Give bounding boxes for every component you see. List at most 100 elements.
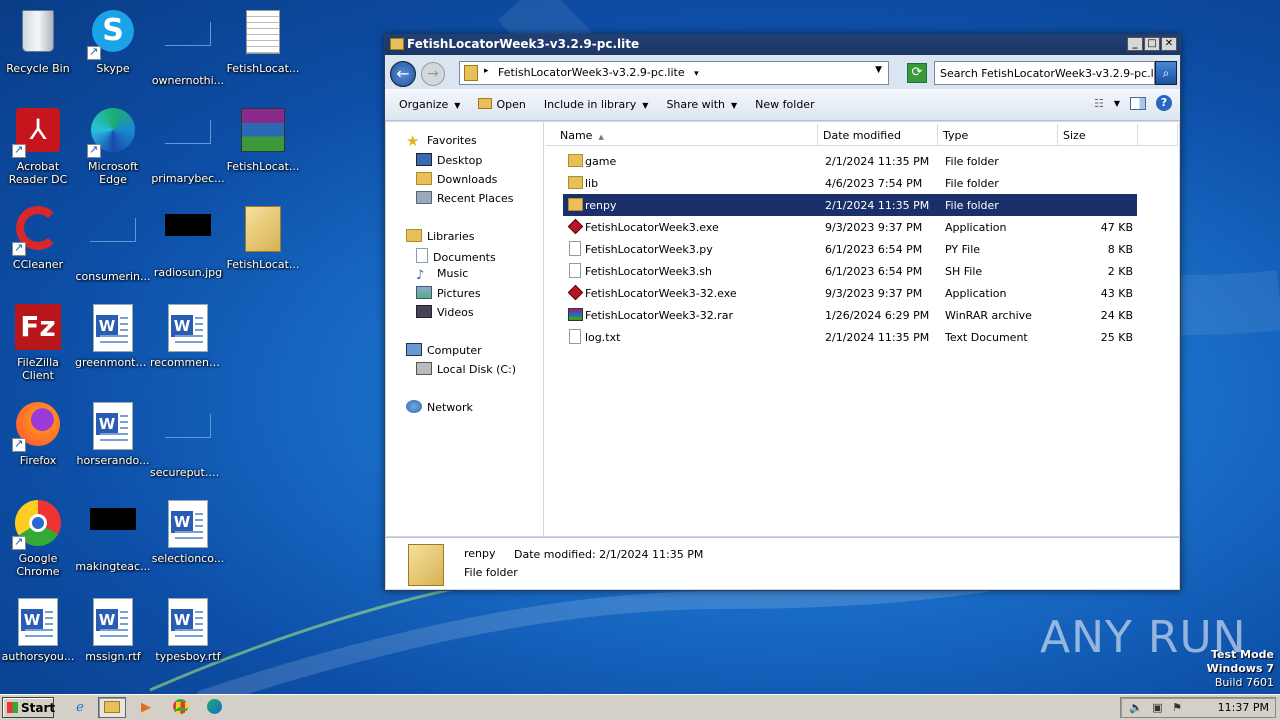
- nav-documents[interactable]: Documents: [416, 248, 496, 264]
- word-document-icon: [14, 598, 62, 646]
- desktop-icon[interactable]: greenmonth...: [75, 298, 151, 388]
- desktop-icon[interactable]: ⅄Acrobat Reader DC: [0, 102, 76, 192]
- volume-icon[interactable]: 🔈: [1129, 698, 1143, 718]
- address-dropdown-icon[interactable]: ▼: [875, 65, 882, 75]
- internet-explorer-icon[interactable]: ℯ: [66, 697, 94, 718]
- desktop-icon[interactable]: secureput.png: [150, 396, 226, 486]
- file-row[interactable]: FetishLocatorWeek3.exe 9/3/2023 9:37 PM Ap…: [563, 216, 1137, 238]
- start-button[interactable]: Start: [2, 697, 55, 718]
- column-header-date[interactable]: Date modified: [818, 124, 938, 146]
- desktop-icon[interactable]: Microsoft Edge: [75, 102, 151, 192]
- search-icon[interactable]: ⌕: [1155, 61, 1177, 85]
- file-row[interactable]: renpy 2/1/2024 11:35 PM File folder: [563, 194, 1137, 216]
- flag-icon[interactable]: ⚑: [1172, 698, 1182, 718]
- desktop-icon[interactable]: primarybec...: [150, 102, 226, 192]
- explorer-taskbar-icon[interactable]: [98, 697, 126, 718]
- file-row[interactable]: FetishLocatorWeek3.py 6/1/2023 6:54 PM PY …: [563, 238, 1137, 260]
- search-input[interactable]: Search FetishLocatorWeek3-v3.2.9-pc.lite: [934, 61, 1155, 85]
- network-tray-icon[interactable]: ▣: [1152, 698, 1162, 718]
- close-button[interactable]: ✕: [1161, 37, 1177, 51]
- address-text[interactable]: FetishLocatorWeek3-v3.2.9-pc.lite: [498, 66, 685, 79]
- archive-folder-icon: [239, 206, 287, 254]
- desktop-icon[interactable]: radiosun.jpg: [150, 200, 226, 290]
- nav-libraries[interactable]: Libraries: [406, 229, 475, 243]
- word-document-icon: [89, 304, 137, 352]
- organize-button[interactable]: Organize ▼: [399, 98, 460, 111]
- desktop-icon[interactable]: horserando...: [75, 396, 151, 486]
- desktop-icon[interactable]: FetishLocat...: [225, 102, 301, 192]
- open-button[interactable]: Open: [478, 98, 526, 111]
- refresh-button[interactable]: ⟳: [907, 63, 927, 83]
- address-bar-area: ← → ▸ FetishLocatorWeek3-v3.2.9-pc.lite …: [385, 55, 1180, 89]
- back-button[interactable]: ←: [390, 61, 416, 87]
- chevron-down-icon[interactable]: ▼: [1114, 99, 1120, 108]
- file-row[interactable]: lib 4/6/2023 7:54 PM File folder: [563, 172, 1137, 194]
- clock[interactable]: 11:37 PM: [1218, 698, 1269, 718]
- minimize-button[interactable]: _: [1127, 37, 1143, 51]
- nav-label: Recent Places: [437, 192, 514, 205]
- file-row[interactable]: FetishLocatorWeek3.sh 6/1/2023 6:54 PM SH …: [563, 260, 1137, 282]
- nav-music[interactable]: ♪ Music: [416, 267, 468, 282]
- nav-favorites[interactable]: ★ Favorites: [406, 134, 477, 149]
- desktop-icon[interactable]: makingteac...: [75, 494, 151, 584]
- chrome-icon[interactable]: [166, 697, 194, 718]
- desktop-icon[interactable]: ownernothi...: [150, 4, 226, 94]
- desktop-icon[interactable]: FetishLocat...: [225, 200, 301, 290]
- desktop-icon[interactable]: FetishLocat...: [225, 4, 301, 94]
- file-row[interactable]: FetishLocatorWeek3-32.rar 1/26/2024 6:29 …: [563, 304, 1137, 326]
- text-file-icon: [239, 10, 287, 58]
- desktop-icon[interactable]: CCleaner: [0, 200, 76, 290]
- desktop-icon-label: recommend...: [150, 356, 226, 369]
- exe-icon: [567, 218, 584, 235]
- desktop-icon[interactable]: consumerin...: [75, 200, 151, 290]
- shortcut-arrow-icon: [12, 241, 26, 256]
- column-header-size[interactable]: Size: [1058, 124, 1138, 146]
- window-titlebar[interactable]: FetishLocatorWeek3-v3.2.9-pc.lite _ □ ✕: [385, 35, 1180, 55]
- desktop-icon[interactable]: Fz FileZilla Client: [0, 298, 76, 388]
- file-name: game: [585, 155, 617, 168]
- nav-network[interactable]: Network: [406, 400, 473, 414]
- edge-icon[interactable]: [200, 697, 228, 718]
- nav-videos[interactable]: Videos: [416, 305, 474, 319]
- desktop-icon[interactable]: Firefox: [0, 396, 76, 486]
- include-library-button[interactable]: Include in library ▼: [544, 98, 649, 111]
- forward-button[interactable]: →: [421, 62, 445, 86]
- column-header-name[interactable]: Name ▲: [546, 124, 818, 146]
- nav-local-disk[interactable]: Local Disk (C:): [416, 362, 516, 376]
- media-player-icon[interactable]: ▶: [132, 697, 160, 718]
- chevron-right-icon[interactable]: ▸: [484, 66, 489, 76]
- file-row[interactable]: FetishLocatorWeek3-32.exe 9/3/2023 9:37 P…: [563, 282, 1137, 304]
- desktop-icon[interactable]: authorsyou...: [0, 592, 76, 682]
- desktop-icon-label: primarybec...: [151, 172, 225, 185]
- nav-label: Network: [427, 401, 473, 414]
- file-list: Name ▲ Date modified Type Size game 2/1/20…: [546, 122, 1179, 536]
- nav-desktop[interactable]: Desktop: [416, 153, 482, 167]
- new-folder-button[interactable]: New folder: [755, 98, 814, 111]
- desktop-icon[interactable]: selectionco...: [150, 494, 226, 584]
- nav-recent-places[interactable]: Recent Places: [416, 191, 514, 205]
- desktop-icon[interactable]: S Skype: [75, 4, 151, 94]
- column-header-type[interactable]: Type: [938, 124, 1058, 146]
- chevron-down-icon[interactable]: ▾: [694, 69, 699, 79]
- desktop-icon-label: Skype: [96, 62, 130, 75]
- file-row[interactable]: log.txt 2/1/2024 11:35 PM Text Document 25 …: [563, 326, 1137, 348]
- view-options-icon[interactable]: ☷: [1094, 97, 1104, 110]
- file-row[interactable]: game 2/1/2024 11:35 PM File folder: [563, 150, 1137, 172]
- maximize-button[interactable]: □: [1144, 37, 1160, 51]
- nav-label: Videos: [437, 306, 474, 319]
- help-icon[interactable]: ?: [1156, 95, 1172, 111]
- share-with-button[interactable]: Share with ▼: [666, 98, 737, 111]
- address-bar[interactable]: ▸ FetishLocatorWeek3-v3.2.9-pc.lite ▾ ▼: [459, 61, 889, 85]
- desktop-icon[interactable]: mssign.rtf: [75, 592, 151, 682]
- desktop-icon[interactable]: typesboy.rtf: [150, 592, 226, 682]
- nav-computer[interactable]: Computer: [406, 343, 482, 357]
- column-header-extra[interactable]: [1138, 124, 1178, 146]
- desktop-icon[interactable]: Google Chrome: [0, 494, 76, 584]
- desktop-icon[interactable]: Recycle Bin: [0, 4, 76, 94]
- nav-label: Music: [437, 267, 469, 280]
- desktop-icon[interactable]: recommend...: [150, 298, 226, 388]
- preview-pane-icon[interactable]: [1130, 96, 1146, 110]
- desktop-icon-label: FetishLocat...: [226, 160, 300, 173]
- nav-pictures[interactable]: Pictures: [416, 286, 481, 300]
- nav-downloads[interactable]: Downloads: [416, 172, 497, 186]
